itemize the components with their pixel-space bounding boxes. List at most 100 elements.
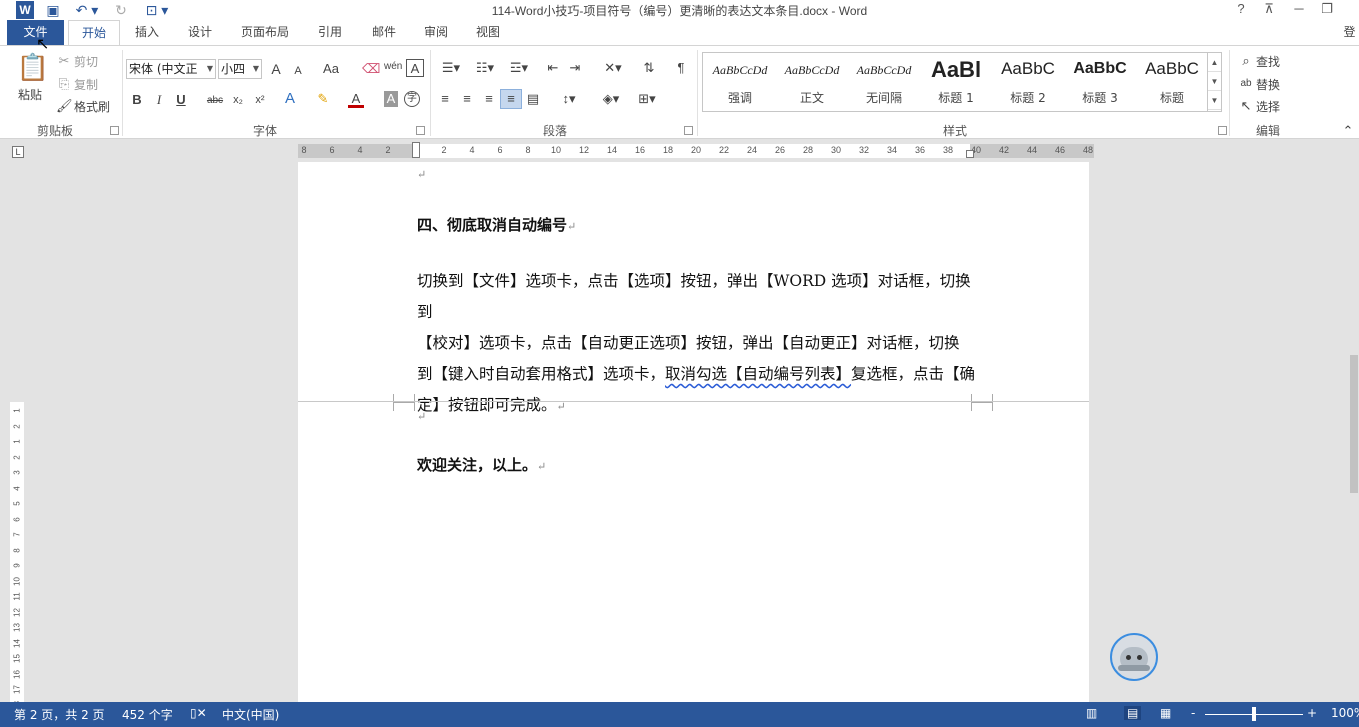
font-size-combo[interactable]: 小四 ▼ xyxy=(218,59,262,79)
restore-button[interactable]: ❐ xyxy=(1314,0,1340,20)
highlight-color-icon[interactable]: ✎ xyxy=(314,90,332,108)
collapse-ribbon-icon[interactable]: ⌃ xyxy=(1340,122,1356,140)
phonetic-guide-icon[interactable]: wén xyxy=(384,58,402,76)
scrollbar-thumb[interactable] xyxy=(1350,355,1358,493)
select-icon[interactable]: ↖ xyxy=(1238,97,1254,115)
web-layout-icon[interactable]: ▦ xyxy=(1160,706,1171,720)
select-button[interactable]: 选择 xyxy=(1256,98,1280,115)
bullets-icon[interactable]: ☰▾ xyxy=(436,59,466,77)
chevron-down-icon[interactable]: ▼ xyxy=(1208,72,1221,91)
copy-button[interactable]: 复制 xyxy=(74,76,98,93)
format-painter-button[interactable]: 格式刷 xyxy=(74,98,110,115)
distributed-icon[interactable]: ▤ xyxy=(524,90,542,108)
paragraph-launcher-icon[interactable] xyxy=(684,126,693,135)
zoom-out-button[interactable]: - xyxy=(1191,706,1195,720)
format-painter-icon[interactable]: 🖌 xyxy=(56,97,73,115)
justify-icon[interactable]: ≡ xyxy=(500,89,522,109)
closing-paragraph[interactable]: 欢迎关注，以上。↵ xyxy=(417,454,977,475)
italic-button[interactable]: I xyxy=(152,91,166,109)
page-count[interactable]: 第 2 页，共 2 页 xyxy=(14,706,105,723)
copy-icon[interactable]: ⎘ xyxy=(56,75,72,93)
tab-design[interactable]: 设计 xyxy=(178,20,222,45)
underline-button[interactable]: U xyxy=(174,91,188,109)
align-center-icon[interactable]: ≡ xyxy=(458,90,476,108)
gallery-scroll[interactable]: ▲ ▼ ▼ xyxy=(1207,53,1221,111)
line-spacing-icon[interactable]: ↕▾ xyxy=(554,90,584,108)
multilevel-list-icon[interactable]: ☲▾ xyxy=(504,59,534,77)
font-color-icon[interactable]: A xyxy=(348,90,364,108)
styles-launcher-icon[interactable] xyxy=(1218,126,1227,135)
heading-paragraph[interactable]: 四、彻底取消自动编号↵ xyxy=(417,214,977,235)
shrink-font-icon[interactable]: A xyxy=(290,62,306,80)
show-hide-marks-icon[interactable]: ¶ xyxy=(672,59,690,77)
subscript-button[interactable]: x₂ xyxy=(230,91,246,109)
cut-icon[interactable]: ✂ xyxy=(56,52,72,70)
minimize-button[interactable]: ─ xyxy=(1286,0,1312,20)
vertical-ruler[interactable]: 12123456789101112131415161718 xyxy=(10,402,24,709)
enclose-characters-icon[interactable]: 字 xyxy=(404,91,420,107)
zoom-in-button[interactable]: + xyxy=(1307,706,1317,720)
tab-home[interactable]: 开始 xyxy=(68,20,120,45)
find-icon[interactable]: ⌕ xyxy=(1238,52,1254,70)
word-count[interactable]: 452 个字 xyxy=(122,706,173,723)
style-emphasis[interactable]: AaBbCcDd 强调 xyxy=(705,53,775,111)
replace-icon[interactable]: ab xyxy=(1238,75,1254,93)
cut-button[interactable]: 剪切 xyxy=(74,53,98,70)
chinese-layout-icon[interactable]: ✕▾ xyxy=(598,59,628,77)
print-layout-icon[interactable]: ▤ xyxy=(1124,706,1142,720)
chevron-up-icon[interactable]: ▲ xyxy=(1208,53,1221,72)
numbering-icon[interactable]: ☷▾ xyxy=(470,59,500,77)
grow-font-icon[interactable]: A xyxy=(268,60,284,78)
bold-button[interactable]: B xyxy=(130,91,144,109)
assistant-avatar[interactable] xyxy=(1110,633,1158,681)
style-normal[interactable]: AaBbCcDd 正文 xyxy=(777,53,847,111)
proofing-icon[interactable]: ▯✕ xyxy=(190,706,207,720)
right-indent-marker-icon[interactable] xyxy=(966,150,974,158)
shading-icon[interactable]: ◈▾ xyxy=(596,90,626,108)
body-paragraph[interactable]: 切换到【文件】选项卡，点击【选项】按钮，弹出【WORD 选项】对话框，切换到 【… xyxy=(417,266,977,422)
style-heading-2[interactable]: AaBbC 标题 2 xyxy=(993,53,1063,111)
tab-view[interactable]: 视图 xyxy=(466,20,510,45)
character-border-icon[interactable]: A xyxy=(406,59,424,77)
replace-button[interactable]: 替换 xyxy=(1256,76,1280,93)
clear-formatting-icon[interactable]: ⌫ xyxy=(362,60,380,78)
zoom-level[interactable]: 100% xyxy=(1331,706,1359,720)
more-styles-icon[interactable]: ▼ xyxy=(1208,91,1221,110)
font-launcher-icon[interactable] xyxy=(416,126,425,135)
style-title[interactable]: AaBbC 标题 xyxy=(1137,53,1207,111)
tab-review[interactable]: 审阅 xyxy=(414,20,458,45)
indent-marker-icon[interactable] xyxy=(412,142,420,158)
find-button[interactable]: 查找 xyxy=(1256,53,1280,70)
sort-icon[interactable]: ⇅ xyxy=(640,59,658,77)
clipboard-launcher-icon[interactable] xyxy=(110,126,119,135)
style-heading-1[interactable]: AaBl 标题 1 xyxy=(921,53,991,111)
decrease-indent-icon[interactable]: ⇤ xyxy=(544,59,562,77)
document-page[interactable]: ↵ 四、彻底取消自动编号↵ 切换到【文件】选项卡，点击【选项】按钮，弹出【WOR… xyxy=(298,162,1089,702)
sign-in-link[interactable]: 登 xyxy=(1340,20,1359,45)
spelling-flagged-text[interactable]: 取消勾选【自动编号列表】 xyxy=(665,365,851,383)
superscript-button[interactable]: x² xyxy=(252,91,268,109)
horizontal-ruler[interactable]: 8 6 4 2 2 4 6 8 10 12 14 16 18 20 22 24 26 28 30 32 34 36 38 40… xyxy=(298,142,1094,158)
font-name-combo[interactable]: 宋体 (中文正 ▼ xyxy=(126,59,216,79)
paste-icon[interactable]: 📋 xyxy=(16,52,50,82)
read-mode-icon[interactable]: ▥ xyxy=(1086,706,1097,720)
borders-icon[interactable]: ⊞▾ xyxy=(632,90,662,108)
align-left-icon[interactable]: ≡ xyxy=(436,90,454,108)
character-shading-icon[interactable]: A xyxy=(384,91,398,107)
text-effects-icon[interactable]: A xyxy=(282,90,298,108)
increase-indent-icon[interactable]: ⇥ xyxy=(566,59,584,77)
ribbon-display-options-icon[interactable]: ⊼ xyxy=(1256,0,1282,20)
tab-references[interactable]: 引用 xyxy=(308,20,352,45)
language-indicator[interactable]: 中文(中国) xyxy=(222,706,279,723)
vertical-scrollbar[interactable] xyxy=(1349,140,1359,702)
help-button[interactable]: ? xyxy=(1228,0,1254,20)
style-no-spacing[interactable]: AaBbCcDd 无间隔 xyxy=(849,53,919,111)
paste-button-label[interactable]: 粘贴 xyxy=(18,86,42,103)
tab-page-layout[interactable]: 页面布局 xyxy=(234,20,296,45)
align-right-icon[interactable]: ≡ xyxy=(480,90,498,108)
tab-selector-icon[interactable]: L xyxy=(12,146,24,158)
strikethrough-button[interactable]: abc xyxy=(204,92,226,110)
zoom-slider-thumb[interactable] xyxy=(1252,707,1256,721)
change-case-icon[interactable]: Aa xyxy=(318,60,344,78)
tab-insert[interactable]: 插入 xyxy=(126,20,168,45)
